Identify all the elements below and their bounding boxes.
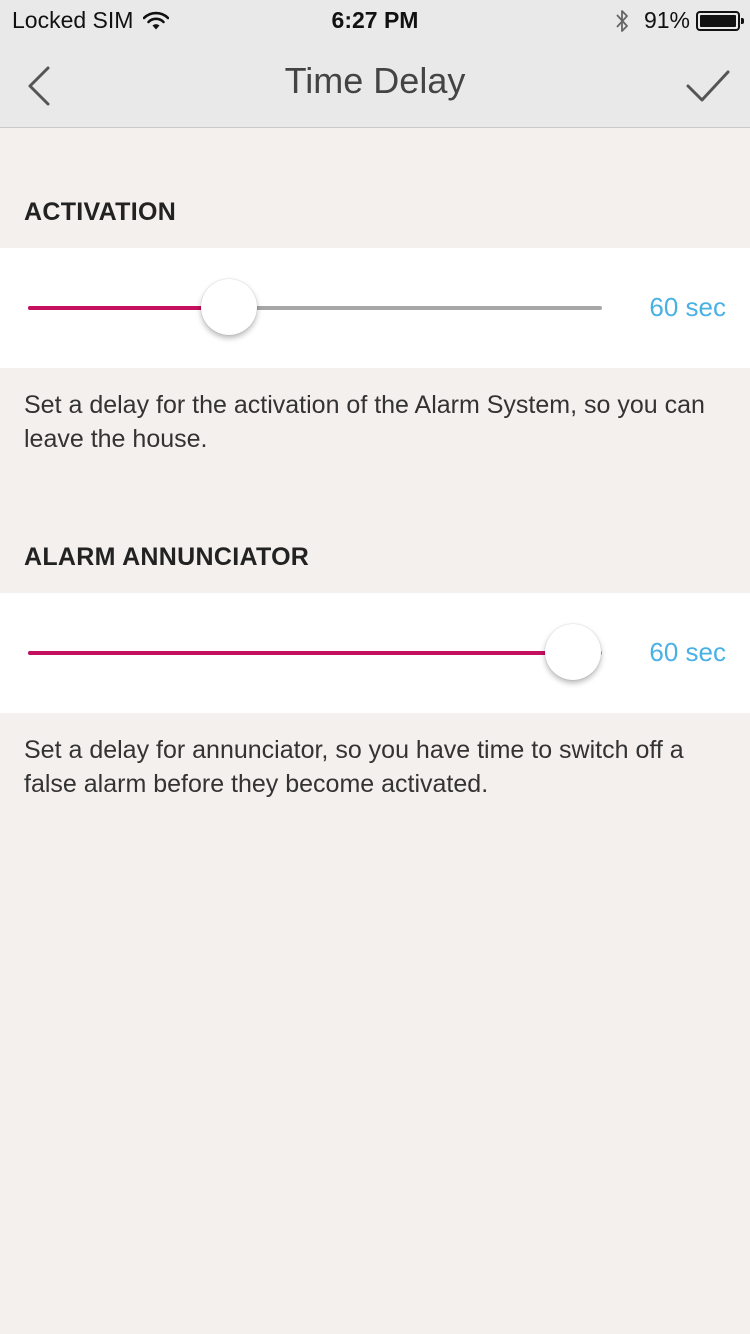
status-bar: Locked SIM 6:27 PM 91% [0, 0, 750, 40]
confirm-button[interactable] [684, 64, 732, 108]
bluetooth-icon [616, 9, 628, 32]
alarm-annunciator-slider[interactable] [28, 624, 602, 680]
battery-percent: 91% [643, 7, 690, 33]
activation-description: Set a delay for the activation of the Al… [24, 391, 705, 453]
alarm-annunciator-slider-row: 60 sec [0, 593, 750, 713]
slider-track-fill [28, 306, 229, 310]
navigation-bar: Time Delay [0, 40, 750, 128]
battery-icon [696, 10, 744, 31]
activation-slider[interactable] [28, 279, 602, 335]
slider-track-fill [28, 651, 574, 655]
activation-header: ACTIVATION [24, 198, 177, 226]
slider-thumb[interactable] [545, 624, 602, 680]
page-title: Time Delay [284, 60, 466, 101]
alarm-annunciator-header: ALARM ANNUNCIATOR [24, 543, 310, 571]
activation-slider-row: 60 sec [0, 248, 750, 368]
slider-thumb[interactable] [200, 279, 257, 335]
alarm-annunciator-description: Set a delay for annunciator, so you have… [24, 736, 684, 798]
alarm-annunciator-value: 60 sec [649, 637, 726, 667]
activation-value: 60 sec [649, 292, 726, 322]
status-right: 91% [614, 7, 744, 34]
